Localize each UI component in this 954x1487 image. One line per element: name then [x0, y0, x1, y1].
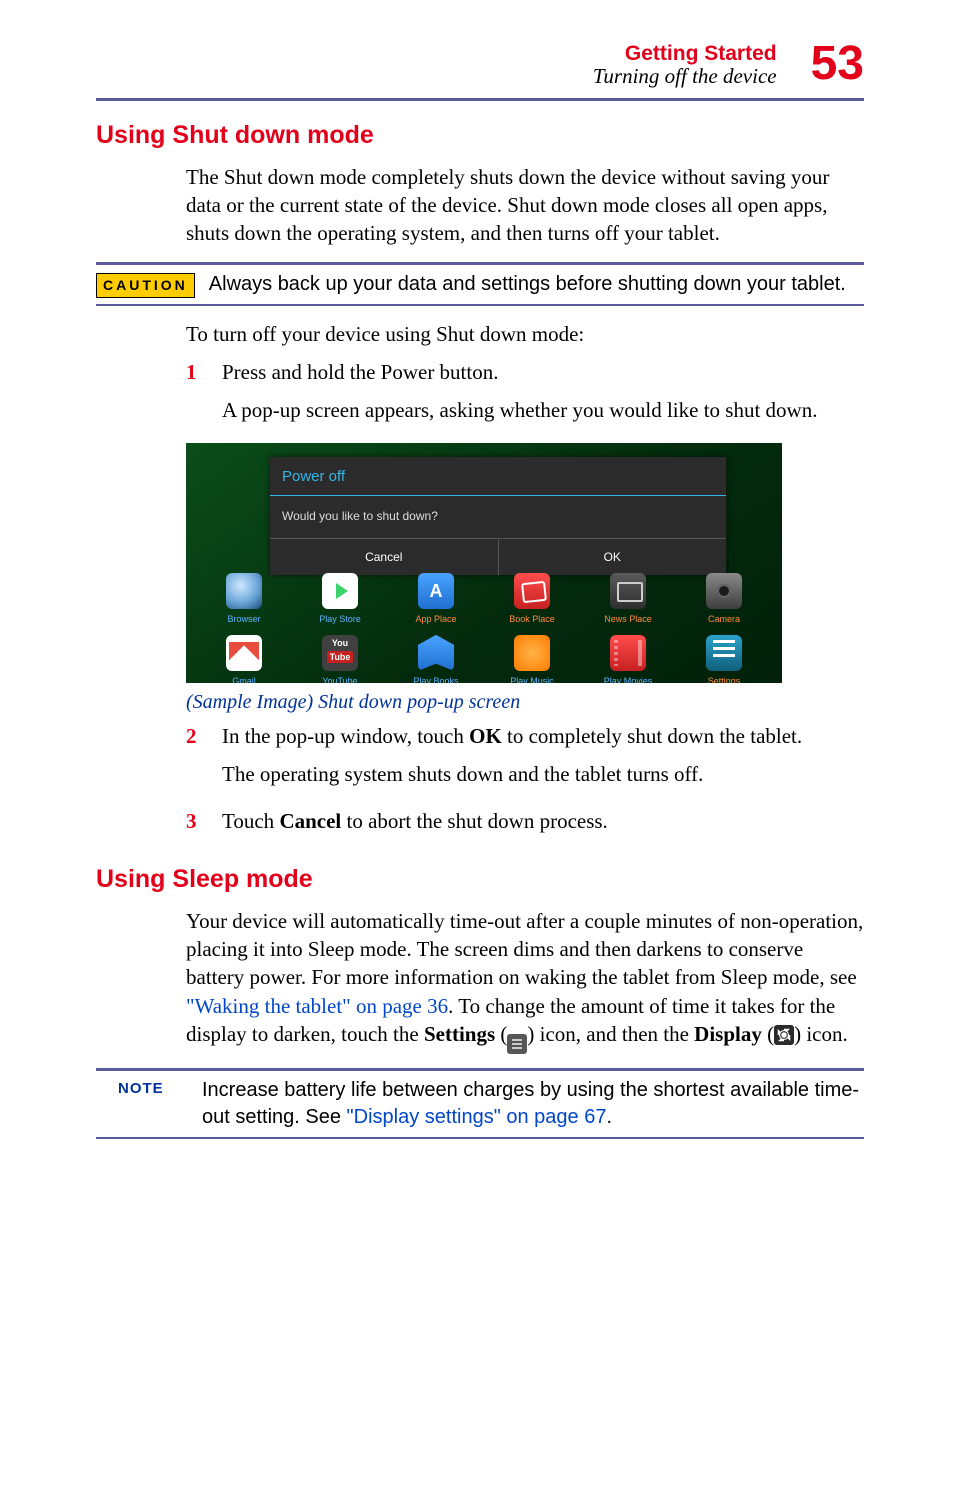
app-label: App Place: [394, 613, 478, 625]
app-label: Play Music: [490, 675, 574, 683]
dialog-title: Power off: [270, 457, 726, 495]
page-number: 53: [811, 40, 864, 88]
heading-sleep-mode: Using Sleep mode: [96, 863, 864, 897]
app-label: Play Movies: [586, 675, 670, 683]
step-1-text-1: Press and hold the Power button.: [222, 358, 864, 386]
app-label: Settings: [682, 675, 766, 683]
header-chapter: Getting Started: [593, 42, 777, 65]
app-label: Play Books: [394, 675, 478, 683]
app-label: Gmail: [202, 675, 286, 683]
app-label: Play Store: [298, 613, 382, 625]
app-label: Browser: [202, 613, 286, 625]
play-store-icon[interactable]: [322, 573, 358, 609]
note-label: NOTE: [118, 1079, 188, 1099]
caution-label: CAUTION: [96, 273, 195, 298]
note-box: NOTE Increase battery life between charg…: [96, 1068, 864, 1139]
paragraph-turnoff-lead: To turn off your device using Shut down …: [186, 320, 864, 348]
dialog-ok-button[interactable]: OK: [499, 539, 727, 575]
paragraph-sleep-mode: Your device will automatically time-out …: [186, 907, 864, 1054]
play-books-icon[interactable]: [418, 635, 454, 671]
step-3-text-1: Touch Cancel to abort the shut down proc…: [222, 807, 864, 835]
step-number: 1: [186, 358, 200, 435]
step-2-text-1: In the pop-up window, touch OK to comple…: [222, 722, 864, 750]
step-3: 3 Touch Cancel to abort the shut down pr…: [186, 807, 864, 845]
camera-icon[interactable]: [706, 573, 742, 609]
dialog-prompt: Would you like to shut down?: [270, 496, 726, 538]
caution-box: CAUTION Always back up your data and set…: [96, 262, 864, 306]
news-place-icon[interactable]: [610, 573, 646, 609]
settings-icon: [507, 1034, 527, 1054]
note-text: Increase battery life between charges by…: [202, 1077, 864, 1131]
screenshot-shutdown: Power off Would you like to shut down? C…: [186, 443, 782, 683]
paragraph-shutdown-intro: The Shut down mode completely shuts down…: [186, 163, 864, 248]
app-place-icon[interactable]: [418, 573, 454, 609]
step-2: 2 In the pop-up window, touch OK to comp…: [186, 722, 864, 799]
app-label: News Place: [586, 613, 670, 625]
header-rule: [96, 98, 864, 101]
step-number: 3: [186, 807, 200, 845]
play-movies-icon[interactable]: [610, 635, 646, 671]
browser-icon[interactable]: [226, 573, 262, 609]
link-waking-tablet[interactable]: "Waking the tablet" on page 36: [186, 994, 448, 1018]
app-label: Camera: [682, 613, 766, 625]
book-place-icon[interactable]: [514, 573, 550, 609]
shutdown-figure: Power off Would you like to shut down? C…: [186, 443, 864, 716]
play-music-icon[interactable]: [514, 635, 550, 671]
step-1-text-2: A pop-up screen appears, asking whether …: [222, 396, 864, 424]
power-off-dialog: Power off Would you like to shut down? C…: [270, 457, 726, 576]
link-display-settings[interactable]: "Display settings" on page 67: [347, 1106, 607, 1128]
app-label: YouTube: [298, 675, 382, 683]
heading-shut-down-mode: Using Shut down mode: [96, 119, 864, 153]
step-2-text-2: The operating system shuts down and the …: [222, 760, 864, 788]
step-number: 2: [186, 722, 200, 799]
caution-text: Always back up your data and settings be…: [209, 271, 864, 298]
figure-caption: (Sample Image) Shut down pop-up screen: [186, 689, 864, 716]
settings-app-icon[interactable]: [706, 635, 742, 671]
header-section: Turning off the device: [593, 65, 777, 88]
youtube-icon[interactable]: [322, 635, 358, 671]
display-icon: [774, 1025, 794, 1045]
page-header: Getting Started Turning off the device 5…: [96, 40, 864, 101]
gmail-icon[interactable]: [226, 635, 262, 671]
app-label: Book Place: [490, 613, 574, 625]
step-1: 1 Press and hold the Power button. A pop…: [186, 358, 864, 435]
dialog-cancel-button[interactable]: Cancel: [270, 539, 499, 575]
